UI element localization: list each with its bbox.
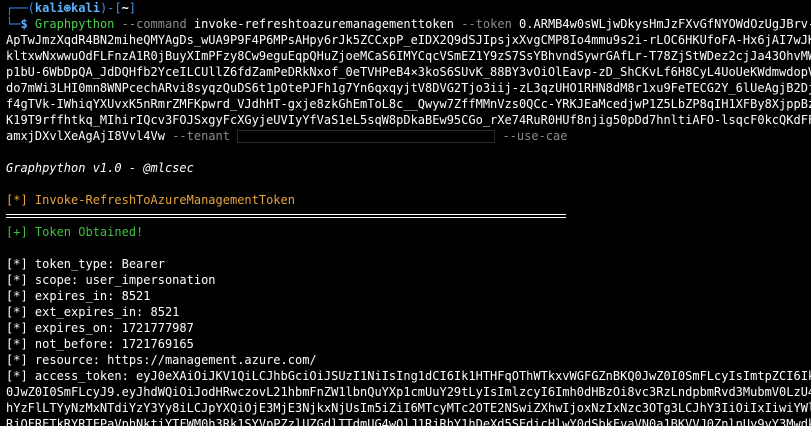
command-value: invoke-refreshtoazuremanagementtoken	[193, 17, 454, 31]
task-header: [*] Invoke-RefreshToAzureManagementToken	[6, 193, 295, 207]
output-line-not-before: [*] not_before: 1721769165	[6, 337, 194, 351]
prompt-path: ~	[121, 1, 129, 15]
token-obtained-message: [+] Token Obtained!	[6, 225, 144, 239]
prompt-line-top: ┌──(kali⊛kali)-[~]	[6, 0, 811, 16]
token-segment: 0.ARMB4w0sWLjwDkysHmJzFXvGfNYOWdOzUgJBrv…	[519, 17, 811, 31]
token-line: K19T9rffhtkq_MIhirIQcv3FOJSxgyFcXGyjeUVI…	[6, 113, 811, 127]
token-tail-line: amxjDXvlXeAgAjI8Vvl4Vw --tenant --use-ca…	[6, 128, 811, 144]
output-line-expires-on: [*] expires_on: 1721777987	[6, 321, 194, 335]
flag-tenant: --tenant	[172, 129, 230, 143]
tool-banner: Graphpython v1.0 - @mlcsec	[6, 161, 194, 175]
output-line-access-token-cont: 0JwZ0I0SmFLcyJ9.eyJhdWQiOiJodHRwczovL21h…	[6, 385, 811, 399]
output-line-ext-expires-in: [*] ext_expires_in: 8521	[6, 305, 180, 319]
prompt-corner: ┌──(	[6, 1, 35, 15]
prompt-user-host: kali⊛kali	[34, 1, 100, 15]
output-line-resource: [*] resource: https://management.azure.c…	[6, 353, 317, 367]
prompt-dollar: $	[20, 17, 28, 31]
token-line: do7mWi3LHI0mn8WNPcechARvi8syqzQuDS6t1pOt…	[6, 81, 811, 95]
token-line: p1bU-6WbDpQA_JdDQHfb2YceILCUllZ6fdZamPeD…	[6, 65, 811, 79]
prompt-corner-bottom: └─	[6, 17, 21, 31]
output-line-expires-in: [*] expires_in: 8521	[6, 289, 151, 303]
token-line: kltxwNxwwuOdFLFnzA1R0jBuyXImPFzy8Cw9eguE…	[6, 49, 811, 63]
redacted-tenant-box	[237, 130, 496, 143]
token-segment-last: amxjDXvlXeAgAjI8Vvl4Vw	[6, 129, 165, 143]
output-line-scope: [*] scope: user_impersonation	[6, 273, 216, 287]
output-line-access-token: [*] access_token: eyJ0eXAiOiJKV1QiLCJhbG…	[6, 369, 811, 383]
token-line: f4gTVk-IWhiqYXUvxK5nRmrZMFKpwrd_VJdhHT-g…	[6, 97, 811, 111]
double-rule-divider	[6, 208, 811, 224]
output-line-access-token-cont: RjQFRETkRYRTFPaVphNktiYTFWM0h3Rk1SYVpPZz…	[6, 417, 811, 426]
output-line-access-token-cont: hYzFlLTYyNzMxNTdiYzY3Yy8iLCJpYXQiOjE3MjE…	[6, 401, 811, 415]
output-line-token-type: [*] token_type: Bearer	[6, 257, 165, 271]
token-line: ApTwJmzXqdR4BN2miheQMYAgDs_wUA9P9F4P6MPs…	[6, 33, 811, 47]
flag-use-cae: --use-cae	[502, 129, 568, 143]
flag-token: --token	[461, 17, 512, 31]
prompt-bracket-end: ]	[128, 1, 137, 15]
terminal-window[interactable]: ┌──(kali⊛kali)-[~] └─$ Graphpython --com…	[0, 0, 811, 426]
command-line[interactable]: └─$ Graphpython --command invoke-refresh…	[6, 16, 811, 32]
command-program: Graphpython	[34, 17, 115, 31]
prompt-separator: )-[	[99, 1, 122, 15]
flag-command: --command	[121, 17, 187, 31]
